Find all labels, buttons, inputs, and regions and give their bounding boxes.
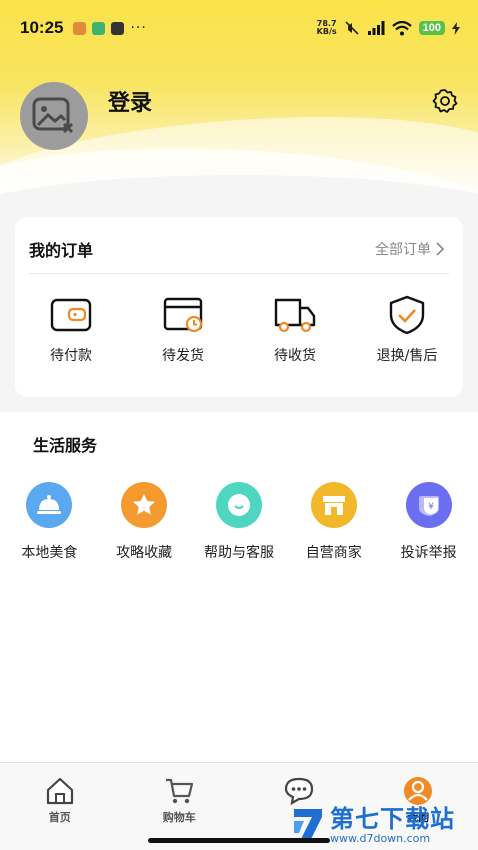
image-placeholder-icon: [32, 97, 74, 134]
notification-icon: [73, 21, 87, 35]
service-help[interactable]: 帮助与客服: [192, 482, 287, 562]
order-pending-receipt[interactable]: 待收货: [239, 295, 351, 365]
service-guides[interactable]: 攻略收藏: [97, 482, 192, 562]
service-report[interactable]: ¥ 投诉举报: [381, 482, 476, 562]
app-icon: [111, 21, 125, 35]
order-label: 待收货: [274, 348, 316, 364]
charging-icon: [452, 21, 460, 35]
login-link[interactable]: 登录: [108, 85, 152, 117]
mute-icon: [345, 21, 359, 35]
food-cloche-icon: [26, 482, 73, 528]
order-status-list: 待付款 待发货 待收货 退换/售后: [15, 295, 463, 365]
tab-cart[interactable]: 购物车: [120, 763, 240, 850]
cart-icon: [166, 778, 194, 804]
service-local-food[interactable]: 本地美食: [2, 482, 97, 562]
package-clock-icon: [163, 297, 203, 333]
home-indicator[interactable]: [148, 838, 330, 843]
tab-home[interactable]: 首页: [0, 763, 120, 850]
order-label: 待付款: [50, 348, 92, 364]
tab-label: 首页: [48, 811, 71, 824]
chat-bubble-icon: [215, 482, 262, 528]
truck-icon: [274, 298, 316, 333]
gear-icon[interactable]: [432, 88, 458, 114]
more-notifications: ···: [130, 20, 147, 36]
orders-card: 我的订单 全部订单 待付款 待发货 待收货 退换/售后: [15, 217, 463, 397]
shield-check-icon: [389, 295, 425, 335]
order-pending-shipment[interactable]: 待发货: [127, 295, 239, 365]
svg-text:¥: ¥: [428, 502, 434, 512]
order-label: 待发货: [162, 348, 204, 364]
status-bar: 10:25 ··· 78.7 KB/s 100: [20, 14, 460, 42]
service-label: 帮助与客服: [203, 545, 274, 561]
watermark-name: 第七下载站: [330, 805, 455, 833]
service-label: 攻略收藏: [116, 545, 173, 561]
service-self-operated[interactable]: 自营商家: [286, 482, 381, 562]
tab-label: 购物车: [162, 811, 196, 824]
wifi-icon: [391, 20, 412, 35]
wallet-icon: [50, 298, 92, 332]
battery-level: 100: [418, 21, 445, 35]
store-icon: [310, 482, 357, 528]
order-label: 退换/售后: [376, 348, 438, 364]
status-time: 10:25: [20, 18, 64, 37]
order-pending-payment[interactable]: 待付款: [15, 295, 127, 365]
life-services-section: 生活服务 本地美食 攻略收藏 帮助与客服 自营商家 ¥ 投诉举报: [0, 412, 478, 762]
service-label: 自营商家: [305, 545, 362, 561]
orders-title: 我的订单: [29, 241, 94, 260]
profile-header: 10:25 ··· 78.7 KB/s 100 登录: [0, 0, 478, 205]
services-title: 生活服务: [33, 436, 98, 455]
order-returns[interactable]: 退换/售后: [351, 295, 463, 365]
service-label: 投诉举报: [400, 545, 457, 561]
avatar[interactable]: [20, 82, 88, 150]
network-speed: 78.7 KB/s: [317, 20, 337, 36]
star-icon: [121, 482, 168, 528]
all-orders-label: 全部订单: [375, 242, 431, 258]
home-icon: [46, 777, 73, 805]
signal-icon: [367, 21, 385, 35]
all-orders-link[interactable]: 全部订单: [375, 239, 445, 259]
services-grid: 本地美食 攻略收藏 帮助与客服 自营商家 ¥ 投诉举报: [0, 482, 478, 562]
message-app-icon: [92, 21, 106, 35]
chevron-right-icon: [436, 242, 445, 256]
watermark-url: www.d7down.com: [330, 832, 431, 845]
divider: [29, 273, 449, 274]
service-label: 本地美食: [21, 545, 78, 561]
speed-unit: KB/s: [316, 27, 337, 36]
report-card-icon: ¥: [405, 482, 452, 528]
